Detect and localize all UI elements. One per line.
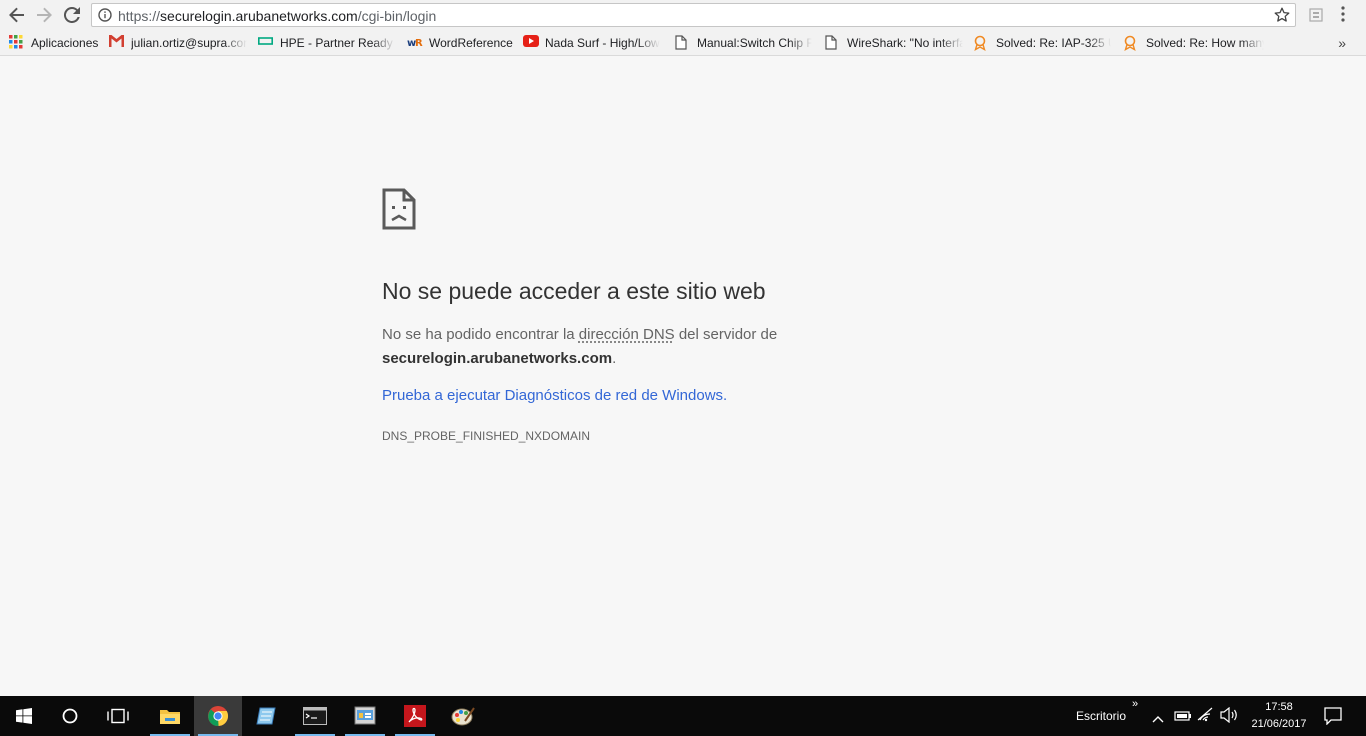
- menu-icon[interactable]: [1341, 6, 1345, 27]
- bookmark-wordreference[interactable]: wR WordReference: [407, 34, 515, 52]
- address-bar[interactable]: https://securelogin.arubanetworks.com/cg…: [91, 3, 1296, 27]
- chrome-icon[interactable]: [194, 696, 242, 736]
- bookmark-label: Solved: Re: IAP-325 Us: [996, 36, 1111, 50]
- paint-icon[interactable]: [439, 696, 487, 736]
- hpe-icon: [258, 35, 274, 51]
- bookmark-label: Solved: Re: How many: [1146, 36, 1264, 50]
- back-icon[interactable]: [4, 3, 30, 27]
- bookmark-manual[interactable]: Manual:Switch Chip Features: [675, 34, 812, 52]
- bookmark-hpe[interactable]: HPE - Partner Ready Portal: [258, 34, 395, 52]
- tray-overflow-icon[interactable]: [1152, 710, 1164, 728]
- url-host: securelogin.arubanetworks.com: [160, 8, 358, 24]
- bookmarks-overflow-button[interactable]: »: [1338, 35, 1346, 51]
- bookmark-label: WireShark: "No interfaces found": [847, 36, 963, 50]
- bookmark-label: HPE - Partner Ready Portal: [280, 36, 395, 50]
- page-icon: [675, 35, 691, 51]
- youtube-icon: [523, 35, 539, 51]
- page-icon: [825, 35, 841, 51]
- bookmark-label: Aplicaciones: [31, 36, 99, 50]
- apps-icon: [9, 35, 25, 51]
- bookmark-gmail[interactable]: julian.ortiz@supra.com: [109, 34, 247, 52]
- star-icon[interactable]: [1274, 7, 1290, 28]
- bookmark-label: WordReference: [429, 36, 513, 50]
- bookmark-label: Nada Surf - High/Low: [545, 36, 660, 50]
- browser-toolbar: https://securelogin.arubanetworks.com/cg…: [0, 0, 1366, 31]
- info-icon[interactable]: [98, 8, 112, 27]
- link-period: .: [723, 387, 728, 404]
- wordreference-icon: wR: [407, 35, 423, 51]
- host-period: .: [612, 350, 617, 367]
- terminal-icon[interactable]: [291, 696, 339, 736]
- acrobat-icon[interactable]: [391, 696, 439, 736]
- notifications-icon[interactable]: [1324, 707, 1342, 730]
- error-host: securelogin.arubanetworks.com: [382, 350, 613, 367]
- diagnostics-suggestion: Prueba a ejecutar Diagnósticos de red de…: [382, 387, 727, 404]
- reload-icon[interactable]: [59, 3, 85, 27]
- error-code: DNS_PROBE_FINISHED_NXDOMAIN: [382, 429, 591, 443]
- start-icon[interactable]: [0, 696, 48, 736]
- bookmark-wireshark[interactable]: WireShark: "No interfaces found": [825, 34, 963, 52]
- desktop-toolbar-chevron[interactable]: »: [1132, 698, 1138, 710]
- file-explorer-icon[interactable]: [146, 696, 194, 736]
- gmail-icon: [109, 35, 125, 51]
- cortana-icon[interactable]: [46, 696, 94, 736]
- url-text: https://securelogin.arubanetworks.com/cg…: [118, 8, 436, 24]
- url-path: /cgi-bin/login: [357, 8, 437, 24]
- error-title: No se puede acceder a este sitio web: [382, 278, 766, 304]
- bookmark-label: Manual:Switch Chip Features: [697, 36, 812, 50]
- notepad-icon[interactable]: [242, 696, 290, 736]
- sad-page-icon: [382, 188, 416, 235]
- task-view-icon[interactable]: [94, 696, 142, 736]
- url-scheme: https://: [118, 8, 161, 24]
- control-panel-icon[interactable]: [341, 696, 389, 736]
- aruba-icon: [974, 35, 990, 51]
- volume-icon[interactable]: [1220, 706, 1238, 728]
- bookmark-label: julian.ortiz@supra.com: [131, 36, 247, 50]
- clock-time: 17:58: [1265, 701, 1293, 713]
- windows-diagnostics-link[interactable]: Prueba a ejecutar Diagnósticos de red de…: [382, 387, 723, 404]
- aruba-icon: [1124, 35, 1140, 51]
- dns-address-term: dirección DNS: [578, 326, 675, 343]
- windows-taskbar: Escritorio » 17:58 21/06/2017: [0, 696, 1366, 736]
- error-description: No se ha podido encontrar la dirección D…: [382, 323, 802, 371]
- desktop-toolbar-label[interactable]: Escritorio: [1076, 709, 1126, 723]
- bookmark-aruba-2[interactable]: Solved: Re: How many: [1124, 34, 1264, 52]
- svg-text:R: R: [415, 38, 423, 49]
- forward-icon[interactable]: [31, 3, 57, 27]
- bookmarks-bar: Aplicaciones julian.ortiz@supra.com HPE …: [0, 31, 1366, 56]
- bookmark-apps[interactable]: Aplicaciones: [9, 34, 101, 52]
- bookmark-youtube[interactable]: Nada Surf - High/Low: [523, 34, 663, 52]
- desc-prefix: No se ha podido encontrar la: [382, 326, 579, 343]
- battery-icon[interactable]: [1174, 709, 1192, 727]
- desc-suffix: del servidor de: [674, 326, 778, 343]
- extension-icon[interactable]: [1309, 8, 1323, 27]
- bookmark-aruba-1[interactable]: Solved: Re: IAP-325 Us: [974, 34, 1111, 52]
- clock-date: 21/06/2017: [1251, 718, 1307, 730]
- wifi-icon[interactable]: [1197, 706, 1215, 727]
- system-clock[interactable]: 17:58 21/06/2017: [1240, 699, 1318, 733]
